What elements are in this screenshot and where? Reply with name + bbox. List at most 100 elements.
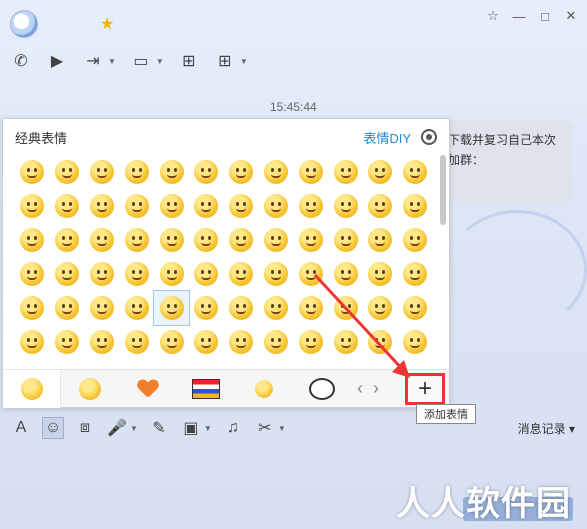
emoji-item[interactable] [85,291,120,325]
tab-panda-pack[interactable] [293,370,351,408]
emoji-item[interactable] [398,155,433,189]
emoji-item[interactable] [15,155,50,189]
emoji-item[interactable] [398,189,433,223]
emoji-diy-link[interactable]: 表情DIY [363,128,411,147]
chevron-down-icon[interactable]: ▼ [156,57,164,66]
image-icon[interactable]: ▣ [180,417,202,439]
emoji-item[interactable] [85,155,120,189]
emoji-item[interactable] [328,257,363,291]
message-history-button[interactable]: 消息记录 ▾ [518,420,575,437]
emoji-item[interactable] [224,325,259,359]
emoji-item[interactable] [363,155,398,189]
emoji-item[interactable] [363,223,398,257]
emoji-item[interactable] [293,291,328,325]
emoji-item[interactable] [398,257,433,291]
apps-icon[interactable]: ⊞ [214,50,236,72]
emoji-item[interactable] [154,155,189,189]
emoji-item[interactable] [189,325,224,359]
emoji-item[interactable] [293,155,328,189]
emoji-item[interactable] [398,325,433,359]
emoji-item[interactable] [259,223,294,257]
phone-icon[interactable]: ✆ [10,50,32,72]
emoji-item[interactable] [363,257,398,291]
emoji-item[interactable] [15,223,50,257]
emoji-item[interactable] [363,325,398,359]
file-transfer-icon[interactable]: ⇥ [82,50,104,72]
emoji-item[interactable] [15,325,50,359]
emoji-item[interactable] [259,257,294,291]
emoji-item[interactable] [259,325,294,359]
emoji-item[interactable] [189,223,224,257]
music-icon[interactable]: ♫ [222,417,244,439]
emoji-item[interactable] [224,291,259,325]
emoji-item[interactable] [119,223,154,257]
emoji-item[interactable] [119,291,154,325]
screen-share-icon[interactable]: ▭ [130,50,152,72]
emoji-item[interactable] [50,325,85,359]
emoji-item[interactable] [15,291,50,325]
emoji-item[interactable] [328,291,363,325]
emoji-item[interactable] [189,155,224,189]
maximize-button[interactable]: □ [537,8,553,24]
emoji-item[interactable] [189,291,224,325]
emoji-scrollbar[interactable] [439,155,447,355]
emoji-item[interactable] [15,189,50,223]
tab-cartoon-pack[interactable] [235,370,293,408]
tab-favorites[interactable] [119,370,177,408]
emoji-item[interactable] [189,257,224,291]
emoji-item[interactable] [85,223,120,257]
emoji-item[interactable] [224,189,259,223]
pin-icon[interactable]: ☆ [485,8,501,24]
shake-icon[interactable]: ⧈ [74,417,96,439]
emoji-item[interactable] [50,291,85,325]
minimize-button[interactable]: — [511,8,527,24]
emoji-item[interactable] [398,291,433,325]
chevron-down-icon[interactable]: ▼ [108,57,116,66]
emoji-item[interactable] [85,325,120,359]
chevron-down-icon[interactable]: ▼ [130,424,138,433]
voice-icon[interactable]: 🎤 [106,417,128,439]
emoji-icon[interactable]: ☺ [42,417,64,439]
emoji-item[interactable] [153,290,190,326]
emoji-item[interactable] [154,257,189,291]
chevron-down-icon[interactable]: ▼ [278,424,286,433]
emoji-item[interactable] [50,257,85,291]
video-icon[interactable]: ▶ [46,50,68,72]
emoji-item[interactable] [119,325,154,359]
emoji-item[interactable] [293,257,328,291]
emoji-item[interactable] [363,291,398,325]
emoji-item[interactable] [328,223,363,257]
emoji-item[interactable] [224,257,259,291]
font-icon[interactable]: A [10,417,32,439]
scissors-icon[interactable]: ✂ [254,417,276,439]
emoji-item[interactable] [50,189,85,223]
chevron-down-icon[interactable]: ▼ [204,424,212,433]
emoji-item[interactable] [293,325,328,359]
tab-yellow-emoji[interactable] [61,370,119,408]
emoji-item[interactable] [119,155,154,189]
emoji-item[interactable] [328,325,363,359]
chevron-down-icon[interactable]: ▼ [240,57,248,66]
whiteboard-icon[interactable]: ⊞ [178,50,200,72]
emoji-item[interactable] [189,189,224,223]
scrollbar-thumb[interactable] [440,155,446,225]
emoji-item[interactable] [154,325,189,359]
emoji-item[interactable] [259,291,294,325]
emoji-item[interactable] [293,223,328,257]
add-emoji-button[interactable]: + [405,373,445,405]
emoji-item[interactable] [328,189,363,223]
pen-icon[interactable]: ✎ [148,417,170,439]
emoji-item[interactable] [119,257,154,291]
emoji-item[interactable] [259,155,294,189]
chevron-right-icon[interactable]: › [373,378,379,399]
tab-sticker-pack[interactable] [177,370,235,408]
contact-avatar[interactable] [10,10,38,38]
emoji-item[interactable] [398,223,433,257]
emoji-item[interactable] [224,155,259,189]
emoji-item[interactable] [154,223,189,257]
chevron-left-icon[interactable]: ‹ [357,378,363,399]
emoji-item[interactable] [85,257,120,291]
emoji-item[interactable] [15,257,50,291]
gear-icon[interactable] [421,129,437,145]
emoji-item[interactable] [50,155,85,189]
